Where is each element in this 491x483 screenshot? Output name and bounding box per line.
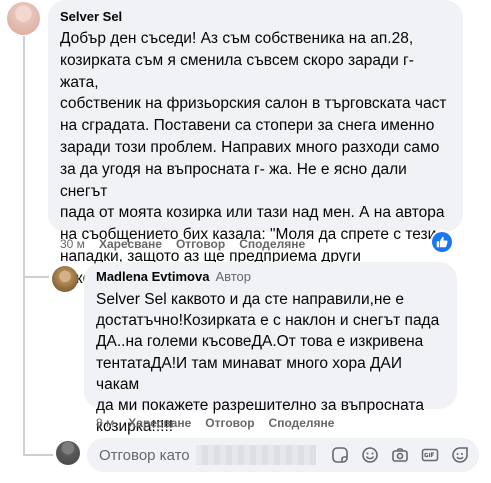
reply-placeholder: Отговор като <box>99 446 190 464</box>
author-badge: Автор <box>215 269 251 284</box>
reply-time[interactable]: 8 м <box>96 416 114 430</box>
thread-line-vertical <box>23 36 25 456</box>
thread-line-branch-reply <box>23 276 49 278</box>
reply-author[interactable]: Madlena Evtimova <box>96 268 209 285</box>
thread-line-branch-input <box>23 454 53 456</box>
comment-author[interactable]: Selver Sel <box>60 8 122 25</box>
avatar <box>56 441 80 465</box>
share-button[interactable]: Споделяне <box>239 237 305 251</box>
emoji-icon[interactable] <box>361 446 379 464</box>
comment-actions: 30 м Харесване Отговор Споделяне <box>60 237 305 251</box>
comment-bubble: Selver Sel Добър ден съседи! Аз съм собс… <box>48 0 463 287</box>
like-button[interactable]: Харесване <box>128 416 191 430</box>
reply-actions: 8 м Харесване Отговор Споделяне <box>96 416 334 430</box>
reply-button[interactable]: Отговор <box>205 416 254 430</box>
comment-time[interactable]: 30 м <box>60 237 85 251</box>
camera-icon[interactable] <box>391 446 409 464</box>
reply-bubble: Madlena Evtimova Автор Selver Sel каквото… <box>84 262 457 435</box>
avatar[interactable] <box>7 2 40 35</box>
reply-input[interactable]: Отговор като <box>87 438 479 472</box>
thumbs-up-icon[interactable] <box>432 232 452 252</box>
reply-toolbar <box>331 446 469 464</box>
gif-icon[interactable] <box>421 446 439 464</box>
sticker-icon[interactable] <box>331 446 349 464</box>
avatar[interactable] <box>52 266 78 292</box>
reply-button[interactable]: Отговор <box>176 237 225 251</box>
like-button[interactable]: Харесване <box>99 237 162 251</box>
share-button[interactable]: Споделяне <box>269 416 335 430</box>
redacted-name <box>195 445 316 465</box>
sticker-smile-icon[interactable] <box>451 446 469 464</box>
